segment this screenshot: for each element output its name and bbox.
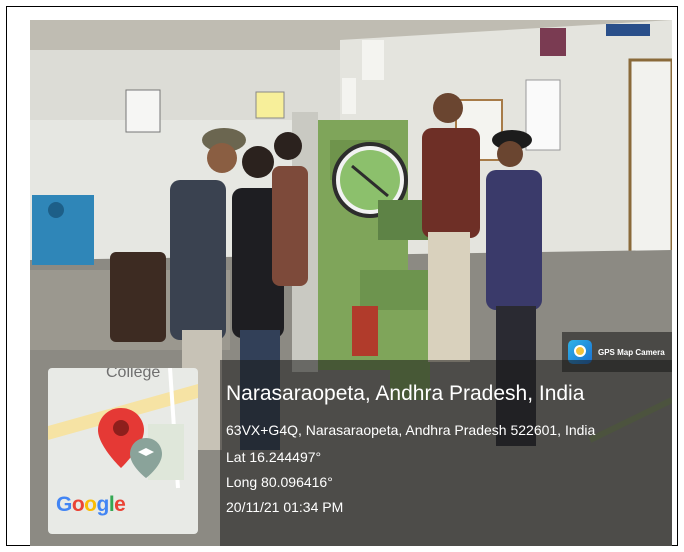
datetime-text: 20/11/21 01:34 PM [226, 499, 344, 515]
longitude-text: Long 80.096416° [226, 474, 333, 490]
location-title: Narasaraopeta, Andhra Pradesh, India [226, 382, 585, 405]
latitude-text: Lat 16.244497° [226, 449, 322, 465]
photo: GPS Map Camera Narasaraopeta, Andhra Pra… [30, 20, 672, 546]
gps-badge-label: GPS Map Camera [598, 347, 665, 357]
mini-map: College Google [48, 368, 198, 534]
map-college-label: College [106, 368, 161, 381]
google-logo: Google [56, 493, 126, 516]
location-address: 63VX+G4Q, Narasaraopeta, Andhra Pradesh … [226, 422, 596, 438]
location-info-panel: Narasaraopeta, Andhra Pradesh, India 63V… [220, 360, 672, 546]
